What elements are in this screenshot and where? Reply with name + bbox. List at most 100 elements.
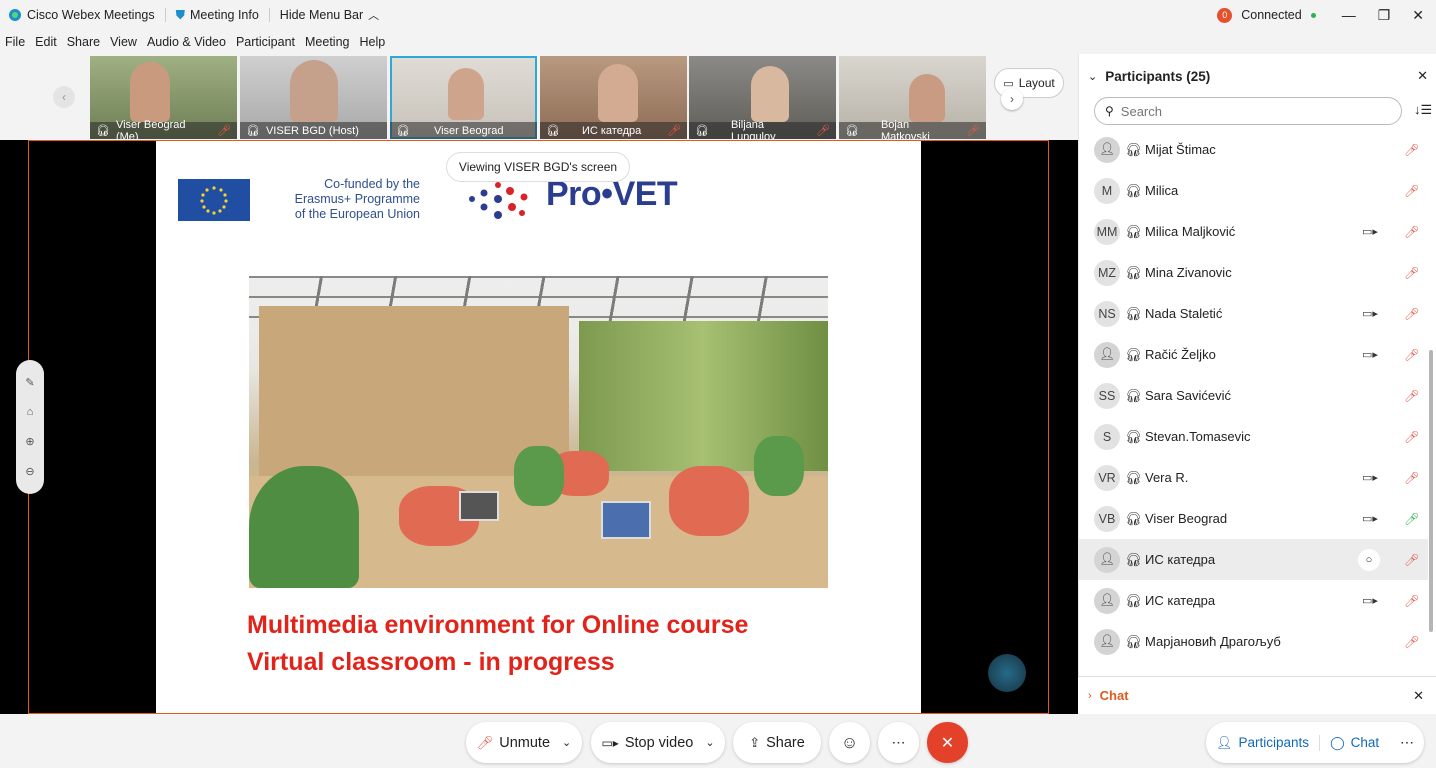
- menu-meeting[interactable]: Meeting: [305, 35, 349, 49]
- search-input[interactable]: [1120, 103, 1371, 119]
- participant-row[interactable]: M 🎧︎ Milica 🎤︎: [1078, 170, 1428, 211]
- headset-icon: 🎧︎: [1125, 346, 1142, 362]
- tile-name-bar: 🎧︎ ИС катедра 🎤︎: [540, 122, 687, 139]
- chevron-down-icon[interactable]: ⌄: [705, 736, 714, 749]
- mic-muted-icon[interactable]: 🎤︎: [1404, 553, 1419, 567]
- menu-help[interactable]: Help: [359, 35, 385, 49]
- participant-video: [290, 60, 338, 122]
- more-panels-icon[interactable]: ⋯: [1400, 734, 1414, 751]
- participant-name: Марјановић Драгољуб: [1145, 634, 1281, 649]
- mic-muted-icon[interactable]: 🎤︎: [1404, 635, 1419, 649]
- chevron-down-icon[interactable]: ⌄: [562, 736, 571, 749]
- unmute-button[interactable]: 🎤︎ Unmute ⌄: [466, 722, 582, 763]
- mic-muted-icon[interactable]: 🎤︎: [1404, 307, 1419, 321]
- mic-muted-icon[interactable]: 🎤︎: [1404, 184, 1419, 198]
- mic-muted-icon[interactable]: 🎤︎: [1404, 225, 1419, 239]
- headset-icon: 🎧︎: [96, 125, 110, 137]
- participant-name: Vera R.: [1145, 470, 1189, 485]
- video-tile[interactable]: 🎧︎ ИС катедра 🎤︎: [540, 56, 687, 139]
- zoom-in-icon[interactable]: ⊕: [25, 435, 34, 448]
- headset-icon: 🎧︎: [1125, 264, 1142, 280]
- chat-section-header[interactable]: › Chat ✕: [1078, 676, 1436, 714]
- meeting-info-label: Meeting Info: [190, 8, 259, 22]
- mic-muted-icon[interactable]: 🎤︎: [1404, 348, 1419, 362]
- share-button[interactable]: ⇪ Share: [733, 722, 821, 763]
- remote-control-icon[interactable]: ⌂: [27, 406, 34, 418]
- participant-row[interactable]: VR 🎧︎ Vera R. ▭▸ 🎤︎: [1078, 457, 1428, 498]
- participant-row[interactable]: 👤︎ 🎧︎ Марјановић Драгољуб 🎤︎: [1078, 621, 1428, 662]
- participant-name: Mijat Štimac: [1145, 142, 1216, 157]
- participant-row[interactable]: VB 🎧︎ Viser Beograd ▭▸ 🎤︎: [1078, 498, 1428, 539]
- participant-name: Milica: [1145, 183, 1179, 198]
- headset-icon: 🎧︎: [396, 125, 410, 137]
- stop-video-button[interactable]: ▭▸ Stop video ⌄: [591, 722, 725, 763]
- chat-bubble-icon[interactable]: ○: [1358, 548, 1380, 571]
- connection-status[interactable]: 0 Connected: [1217, 7, 1316, 23]
- close-panel-icon[interactable]: ✕: [1417, 68, 1428, 84]
- video-camera-icon: ▭▸: [1362, 308, 1378, 320]
- mic-muted-icon[interactable]: 🎤︎: [1404, 389, 1419, 403]
- hide-menu-bar-button[interactable]: Hide Menu Bar ︿: [280, 7, 379, 23]
- mic-muted-icon[interactable]: 🎤︎: [1404, 143, 1419, 157]
- menu-file[interactable]: File: [5, 35, 25, 49]
- collapse-chevron-icon[interactable]: ⌄: [1088, 70, 1097, 83]
- mic-muted-icon[interactable]: 🎤︎: [1404, 594, 1419, 608]
- participant-row[interactable]: 👤︎ 🎧︎ Račić Željko ▭▸ 🎤︎: [1078, 334, 1428, 375]
- mic-on-icon[interactable]: 🎤︎: [1404, 512, 1419, 526]
- tile-name-bar: 🎧︎ Bojan Matkovski 🎤︎: [839, 119, 986, 139]
- initials-avatar: MM: [1094, 218, 1120, 245]
- more-options-button[interactable]: ⋯: [878, 722, 919, 763]
- tile-name: Viser Beograd: [433, 124, 504, 137]
- sort-icon[interactable]: ↓☰: [1414, 102, 1432, 118]
- participant-name: Sara Savićević: [1145, 388, 1231, 403]
- menu-share[interactable]: Share: [67, 35, 100, 49]
- tile-name: VISER BGD (Host): [265, 124, 359, 137]
- participant-row[interactable]: 👤︎ 🎧︎ Mijat Štimac 🎤︎: [1078, 129, 1428, 170]
- search-field[interactable]: ⚲: [1094, 97, 1402, 125]
- panel-scrollbar[interactable]: [1429, 350, 1433, 632]
- video-tile[interactable]: 🎧︎ Bojan Matkovski 🎤︎: [839, 56, 986, 139]
- layout-label: Layout: [1018, 76, 1055, 90]
- video-tile-active-speaker[interactable]: 🎧︎ Viser Beograd: [390, 56, 537, 139]
- scroll-left-button[interactable]: ‹: [53, 86, 75, 108]
- video-tile[interactable]: 🎧︎ VISER BGD (Host): [240, 56, 387, 139]
- headset-icon: 🎧︎: [1125, 305, 1142, 321]
- participant-name: Nada Staletić: [1145, 306, 1223, 321]
- annotate-icon[interactable]: ✎: [25, 376, 34, 389]
- participant-row[interactable]: MM 🎧︎ Milica Maljković ▭▸ 🎤︎: [1078, 211, 1428, 252]
- participant-row[interactable]: NS 🎧︎ Nada Staletić ▭▸ 🎤︎: [1078, 293, 1428, 334]
- scroll-right-button[interactable]: ›: [1001, 88, 1023, 110]
- video-tile[interactable]: 🎧︎ Viser Beograd (Me) 🎤︎: [90, 56, 237, 139]
- restore-icon[interactable]: ❐: [1378, 7, 1391, 24]
- mic-muted-icon[interactable]: 🎤︎: [1404, 430, 1419, 444]
- floating-avatar[interactable]: [988, 654, 1026, 692]
- share-icon: ⇪: [749, 734, 761, 750]
- minimize-icon[interactable]: —: [1342, 7, 1356, 23]
- menu-edit[interactable]: Edit: [35, 35, 57, 49]
- zoom-out-icon[interactable]: ⊖: [25, 465, 34, 478]
- menu-participant[interactable]: Participant: [236, 35, 295, 49]
- mic-muted-icon[interactable]: 🎤︎: [1404, 471, 1419, 485]
- close-chat-icon[interactable]: ✕: [1413, 688, 1424, 704]
- reactions-button[interactable]: ☺: [829, 722, 870, 763]
- menu-audio-video[interactable]: Audio & Video: [147, 35, 226, 49]
- chat-section-label: Chat: [1099, 688, 1129, 703]
- participant-row[interactable]: SS 🎧︎ Sara Savićević 🎤︎: [1078, 375, 1428, 416]
- participant-row[interactable]: 👤︎ 🎧︎ ИС катедра ▭▸ 🎤︎: [1078, 580, 1428, 621]
- participants-toggle[interactable]: 👤︎ Participants: [1216, 734, 1321, 751]
- close-window-icon[interactable]: ✕: [1412, 7, 1424, 24]
- video-tile[interactable]: 🎧︎ Biljana Lungulov 🎤︎: [689, 56, 836, 139]
- stop-video-label: Stop video: [624, 734, 694, 751]
- more-dots-icon: ⋯: [891, 734, 906, 750]
- chat-toggle[interactable]: ◯ Chat: [1320, 735, 1379, 751]
- tile-name: Biljana Lungulov: [730, 118, 776, 140]
- meeting-info-button[interactable]: ⛊ Meeting Info: [176, 8, 259, 23]
- participant-row[interactable]: MZ 🎧︎ Mina Zivanovic 🎤︎: [1078, 252, 1428, 293]
- leave-meeting-button[interactable]: ✕: [927, 722, 968, 763]
- chevron-right-icon: ›: [1088, 689, 1092, 702]
- menu-view[interactable]: View: [110, 35, 137, 49]
- mic-muted-icon[interactable]: 🎤︎: [1404, 266, 1419, 280]
- search-icon: ⚲: [1105, 104, 1114, 118]
- participant-row[interactable]: S 🎧︎ Stevan.Tomasevic 🎤︎: [1078, 416, 1428, 457]
- participant-row-selected[interactable]: 👤︎ 🎧︎ ИС катедра ○ 🎤︎: [1078, 539, 1428, 580]
